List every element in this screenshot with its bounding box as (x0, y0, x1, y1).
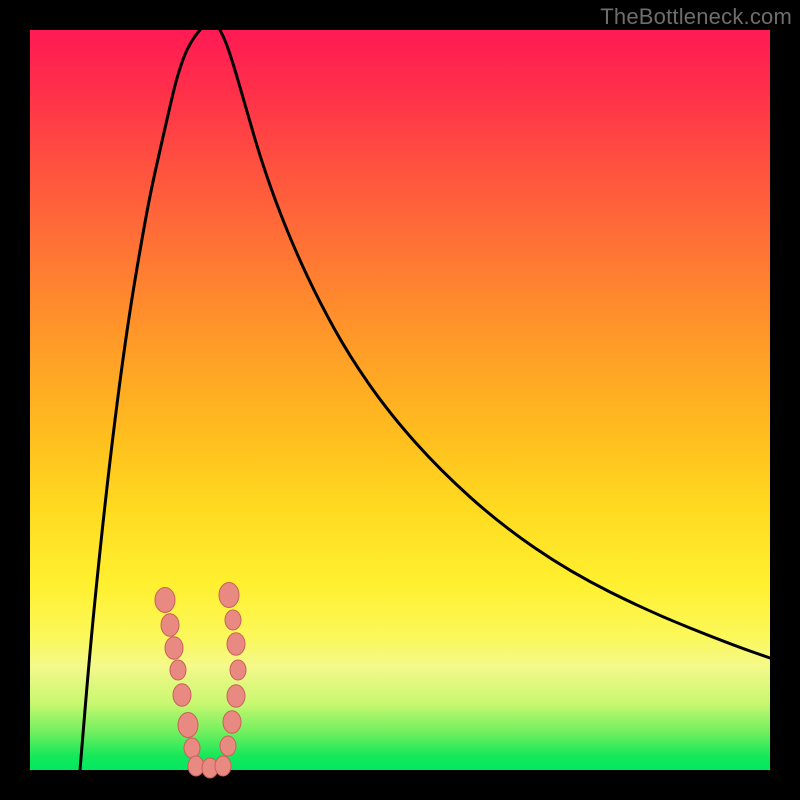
data-marker (161, 614, 179, 637)
data-marker (230, 660, 246, 680)
data-marker (225, 610, 241, 630)
data-marker (227, 685, 245, 708)
curve-layer (30, 30, 770, 770)
data-marker (155, 588, 175, 613)
data-marker (227, 633, 245, 656)
data-marker (219, 583, 239, 608)
data-marker (223, 711, 241, 734)
plot-area (30, 30, 770, 770)
data-marker (170, 660, 186, 680)
markers-group (155, 583, 246, 779)
data-marker (178, 713, 198, 738)
chart-frame: TheBottleneck.com (0, 0, 800, 800)
curve-right-branch (220, 30, 770, 658)
data-marker (165, 637, 183, 660)
watermark-text: TheBottleneck.com (600, 4, 792, 30)
data-marker (215, 756, 231, 776)
curve-left-branch (80, 30, 200, 770)
data-marker (188, 756, 204, 776)
data-marker (173, 684, 191, 707)
data-marker (220, 736, 236, 756)
data-marker (184, 738, 200, 758)
